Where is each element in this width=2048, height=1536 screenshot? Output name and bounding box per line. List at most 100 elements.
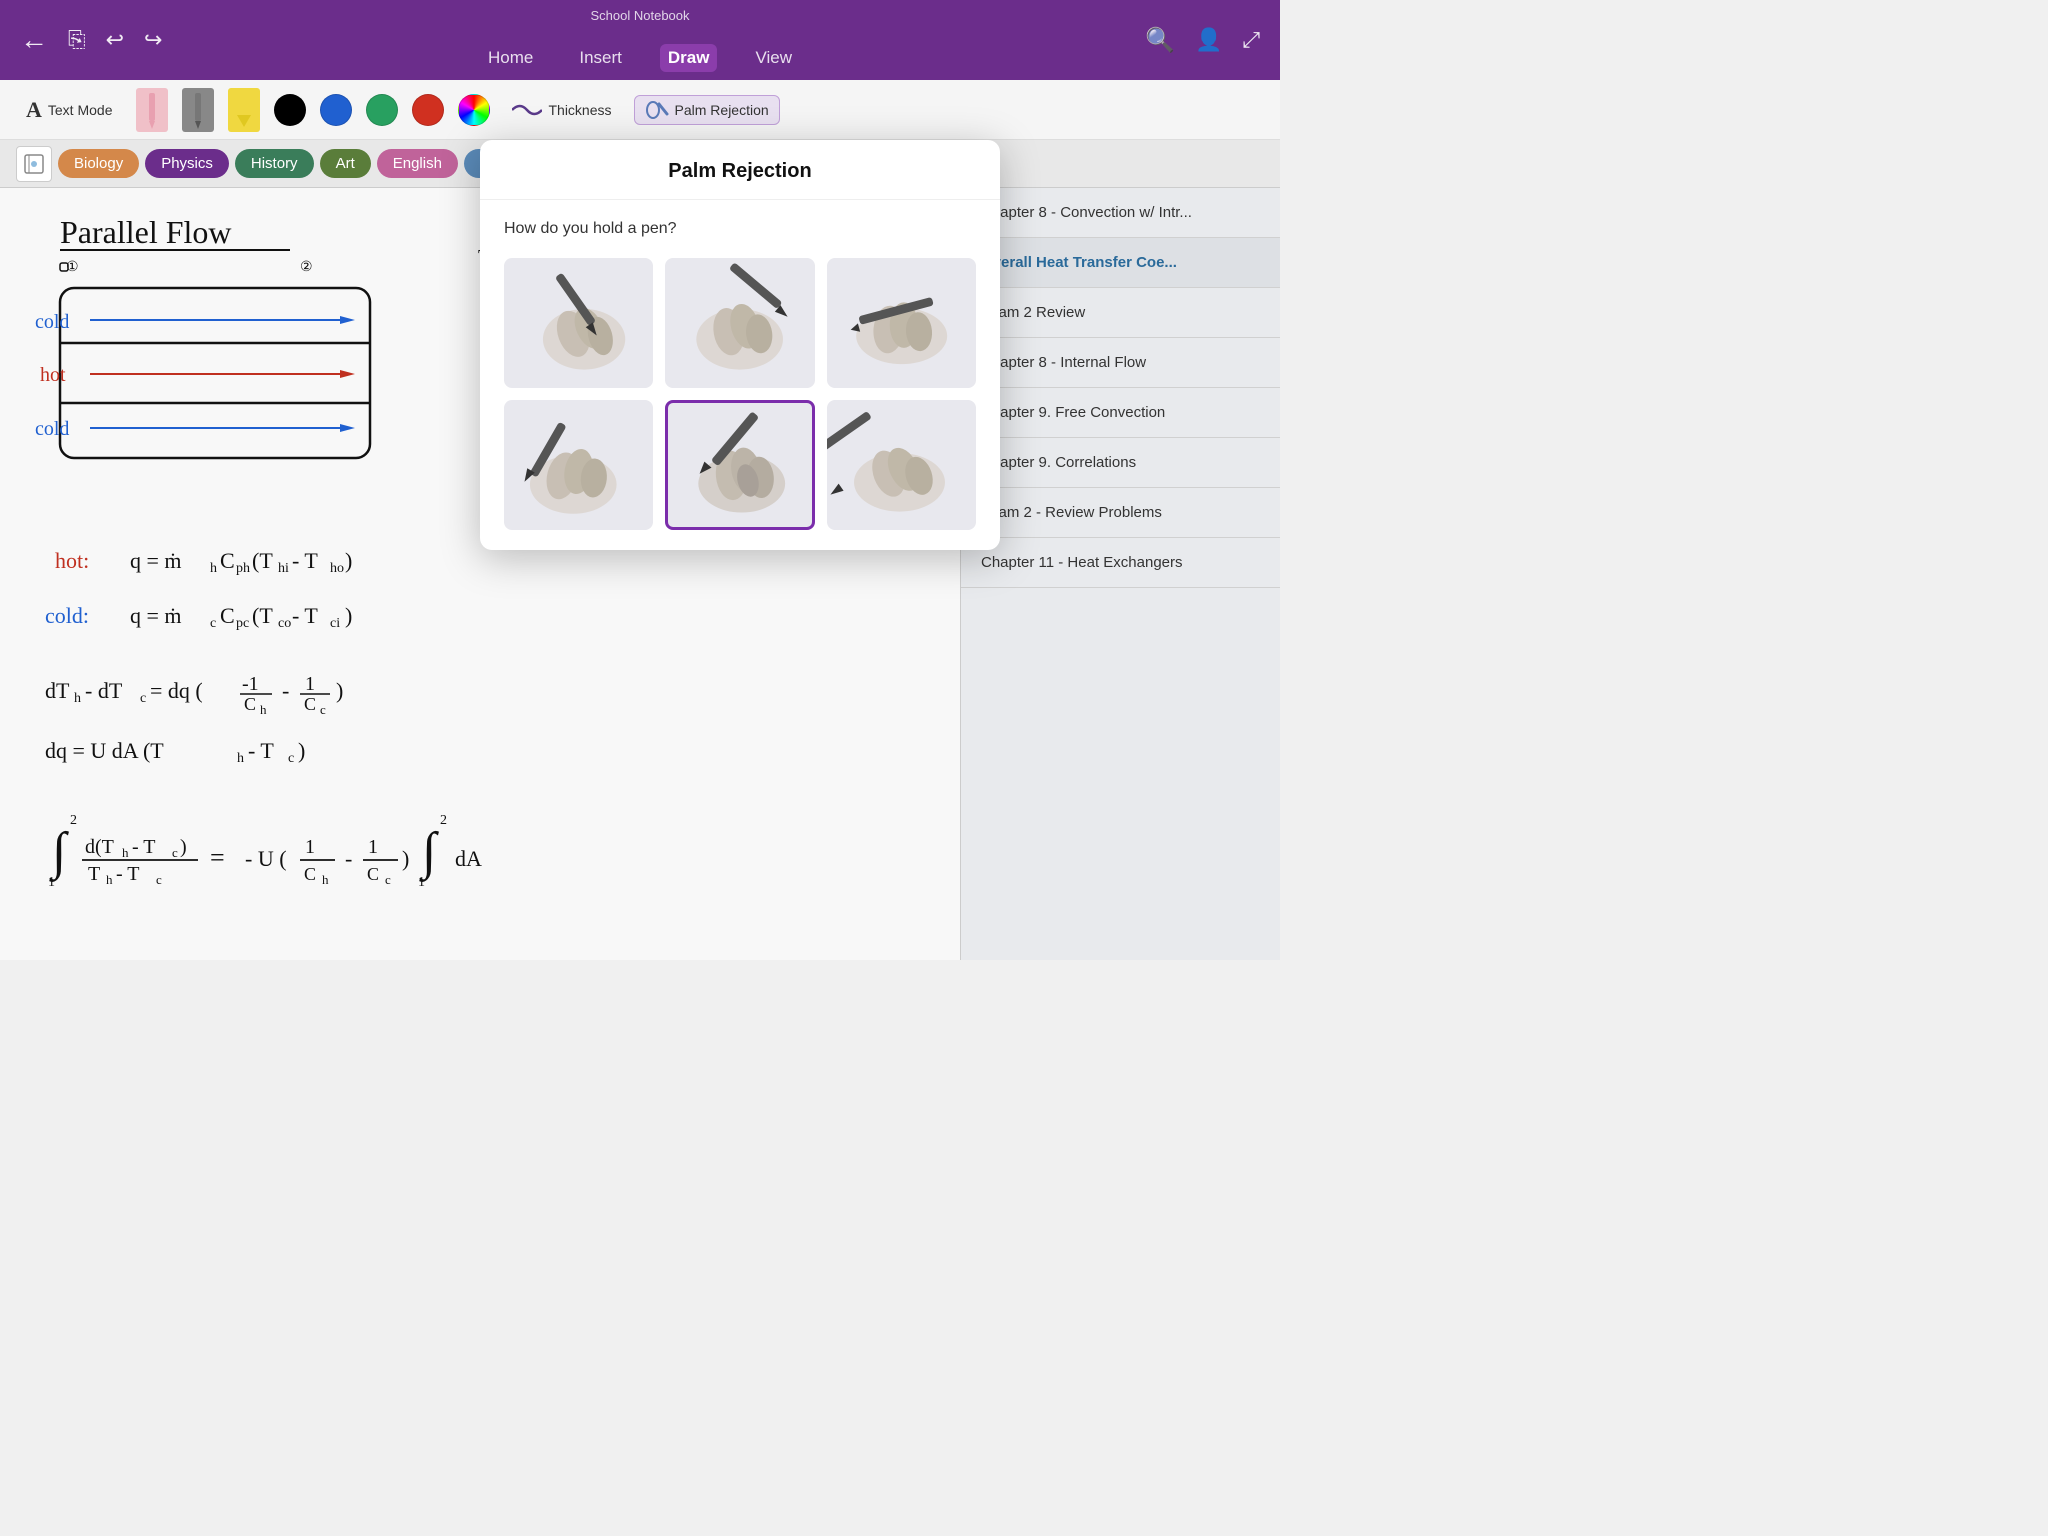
nav-buttons: Home Insert Draw View	[480, 44, 800, 72]
svg-text:c: c	[288, 751, 294, 766]
nav-draw[interactable]: Draw	[660, 44, 718, 72]
svg-text:T: T	[88, 863, 100, 885]
svg-text:d(T: d(T	[85, 836, 114, 858]
svg-text:ci: ci	[330, 616, 340, 631]
svg-text:dq = U dA (T: dq = U dA (T	[45, 738, 164, 763]
search-icon[interactable]: 🔍	[1145, 26, 1175, 55]
color-red[interactable]	[412, 94, 444, 126]
grip-option-4[interactable]	[504, 400, 653, 530]
svg-text:c: c	[140, 691, 146, 706]
sidebar-item-2[interactable]: Exam 2 Review	[961, 288, 1280, 338]
expand-icon[interactable]: ⤢	[1242, 27, 1260, 53]
svg-text:ph: ph	[236, 561, 250, 576]
svg-text:-: -	[282, 678, 289, 703]
sidebar-item-3[interactable]: Chapter 8 - Internal Flow	[961, 338, 1280, 388]
svg-text:1: 1	[305, 836, 315, 858]
color-blue[interactable]	[320, 94, 352, 126]
pen-tool-pink[interactable]	[136, 88, 168, 132]
svg-text:co: co	[278, 616, 291, 631]
pen-tool-yellow[interactable]	[228, 88, 260, 132]
pen-tool-gray[interactable]	[182, 88, 214, 132]
svg-text:1: 1	[305, 673, 315, 695]
svg-text:C: C	[304, 694, 316, 714]
palm-rejection-label: Palm Rejection	[675, 102, 769, 118]
svg-text:c: c	[320, 702, 326, 717]
redo-button[interactable]: ↪	[144, 27, 162, 53]
nav-insert[interactable]: Insert	[571, 44, 630, 72]
thickness-button[interactable]: Thickness	[512, 100, 611, 120]
tab-biology[interactable]: Biology	[58, 149, 139, 178]
thickness-label: Thickness	[548, 102, 611, 118]
color-green[interactable]	[366, 94, 398, 126]
svg-text:): )	[336, 678, 343, 703]
svg-text:②: ②	[300, 260, 313, 275]
tab-art[interactable]: Art	[320, 149, 371, 178]
svg-text:- T: - T	[132, 836, 156, 858]
svg-text:h: h	[106, 872, 113, 887]
grip-option-6[interactable]	[827, 400, 976, 530]
top-right-controls: 🔍 👤 ⤢	[1145, 26, 1260, 55]
tab-history[interactable]: History	[235, 149, 314, 178]
copy-button[interactable]: ⎘	[68, 27, 86, 53]
color-wheel[interactable]	[458, 94, 490, 126]
svg-text:h: h	[237, 751, 244, 766]
svg-text:1: 1	[418, 875, 425, 890]
svg-text:c: c	[210, 616, 216, 631]
text-mode-label: Text Mode	[48, 102, 113, 118]
svg-text:1: 1	[48, 875, 55, 890]
undo-button[interactable]: ↩	[106, 27, 124, 53]
svg-text:C: C	[220, 603, 235, 628]
svg-text:∫: ∫	[49, 823, 69, 882]
sidebar-item-5[interactable]: Chapter 9. Correlations	[961, 438, 1280, 488]
tab-english[interactable]: English	[377, 149, 458, 178]
svg-text:∫: ∫	[419, 823, 439, 882]
pen-grip-grid	[504, 258, 976, 530]
sidebar-item-4[interactable]: Chapter 9. Free Convection	[961, 388, 1280, 438]
svg-text:h: h	[210, 561, 217, 576]
svg-text:1: 1	[368, 836, 378, 858]
palm-popup-question: How do you hold a pen?	[504, 220, 976, 238]
svg-text:- U (: - U (	[245, 846, 287, 871]
grip-option-5[interactable]	[665, 400, 814, 530]
svg-text:hot:: hot:	[55, 548, 89, 573]
grip-option-2[interactable]	[665, 258, 814, 388]
tab-physics[interactable]: Physics	[145, 149, 229, 178]
svg-text:cold: cold	[35, 418, 69, 440]
palm-rejection-button[interactable]: Palm Rejection	[634, 95, 780, 125]
svg-text:①: ①	[66, 260, 79, 275]
svg-text:): )	[345, 603, 352, 628]
add-person-icon[interactable]: 👤	[1195, 27, 1222, 53]
sidebar-item-6[interactable]: Exam 2 - Review Problems	[961, 488, 1280, 538]
palm-popup-body: How do you hold a pen?	[480, 200, 1000, 550]
color-black[interactable]	[274, 94, 306, 126]
svg-text:c: c	[172, 845, 178, 860]
notebook-title: School Notebook	[590, 8, 689, 23]
svg-text:-1: -1	[242, 673, 259, 695]
text-mode-button[interactable]: A Text Mode	[16, 93, 122, 127]
svg-text:q = ṁ: q = ṁ	[130, 603, 182, 628]
grip-option-1[interactable]	[504, 258, 653, 388]
nav-home[interactable]: Home	[480, 44, 541, 72]
svg-text:C: C	[304, 864, 316, 884]
nav-view[interactable]: View	[747, 44, 800, 72]
svg-text:C: C	[367, 864, 379, 884]
svg-text:- dT: - dT	[85, 678, 123, 703]
svg-text:- T: - T	[248, 738, 274, 763]
sidebar-item-7[interactable]: Chapter 11 - Heat Exchangers	[961, 538, 1280, 588]
svg-text:- T: - T	[116, 863, 140, 885]
palm-rejection-popup: Palm Rejection How do you hold a pen?	[480, 140, 1000, 550]
svg-text:ho: ho	[330, 561, 344, 576]
sidebar-item-1[interactable]: Overall Heat Transfer Coe...	[961, 238, 1280, 288]
notebook-icon[interactable]	[16, 146, 52, 182]
svg-text:h: h	[122, 845, 129, 860]
toolbar: A Text Mode Thickness Palm	[0, 80, 1280, 140]
grip-option-3[interactable]	[827, 258, 976, 388]
svg-text:cold:: cold:	[45, 603, 89, 628]
svg-text:= dq (: = dq (	[150, 678, 203, 703]
sidebar-item-0[interactable]: Chapter 8 - Convection w/ Intr...	[961, 188, 1280, 238]
svg-text:c: c	[156, 872, 162, 887]
svg-text:h: h	[260, 702, 267, 717]
svg-text:2: 2	[70, 813, 77, 828]
back-button[interactable]: ←	[20, 24, 48, 56]
svg-text:): )	[298, 738, 305, 763]
